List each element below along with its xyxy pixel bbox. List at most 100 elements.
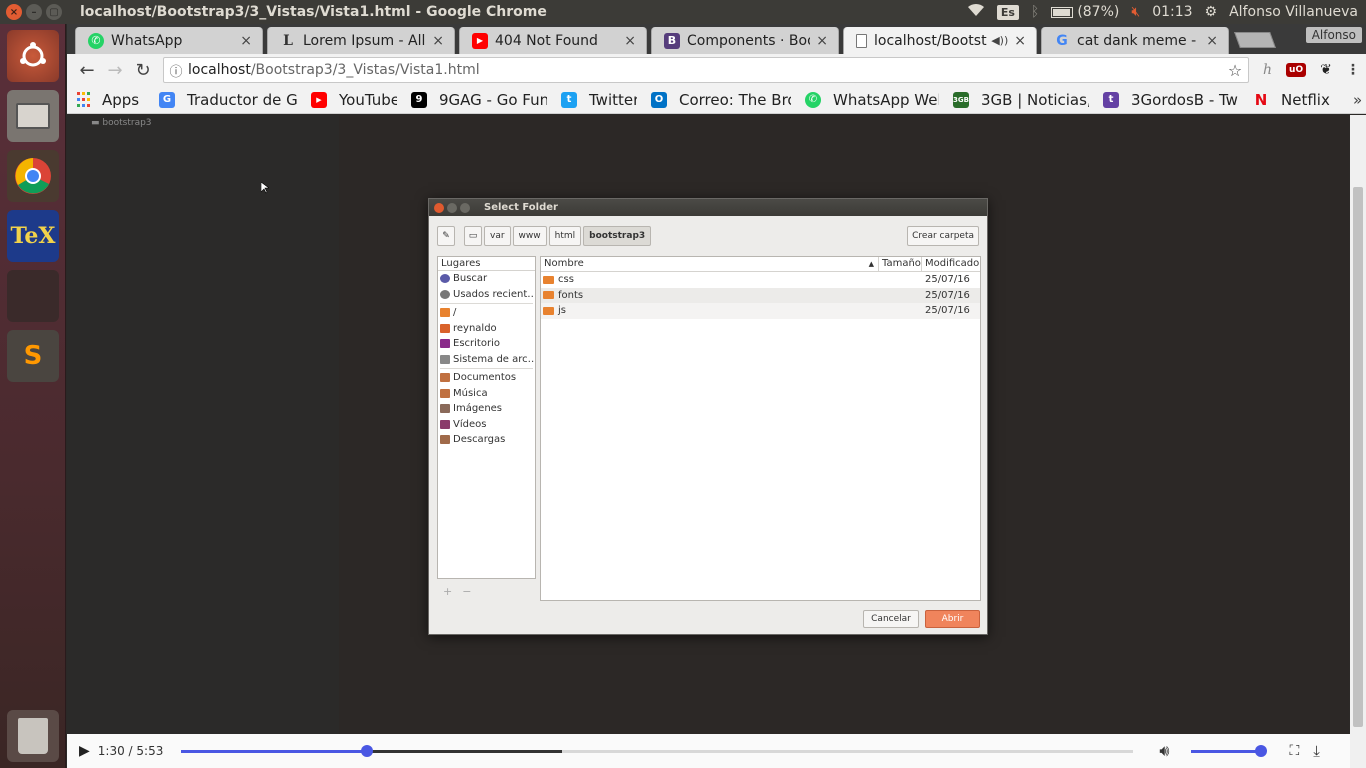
dialog-maximize-button[interactable] (460, 202, 470, 213)
edit-location-button[interactable]: ✎ (437, 226, 455, 246)
texmaker-icon[interactable]: TeX (7, 210, 59, 262)
keyboard-layout-indicator[interactable]: Es (996, 4, 1019, 20)
create-folder-button[interactable]: Crear carpeta (907, 226, 979, 246)
volume-knob[interactable] (1255, 744, 1268, 757)
place-music[interactable]: Música (438, 386, 535, 402)
volume-slider[interactable] (1191, 744, 1268, 757)
bookmark-star-icon[interactable]: ☆ (1222, 61, 1248, 80)
chrome-menu-icon[interactable]: ⋮ (1346, 62, 1360, 78)
clock[interactable]: 01:13 (1152, 4, 1192, 20)
path-root-button[interactable]: ▭ (464, 226, 482, 246)
file-row-js[interactable]: js 25/07/16 (541, 303, 980, 319)
place-root[interactable]: / (438, 305, 535, 321)
fullscreen-icon[interactable]: ⛶ (1289, 743, 1299, 759)
profile-button[interactable]: Alfonso (1305, 27, 1362, 43)
tab-whatsapp[interactable]: ✆ WhatsApp × (75, 27, 263, 54)
column-modified[interactable]: Modificado (922, 257, 980, 271)
place-search[interactable]: Buscar (438, 271, 535, 287)
minimize-window-button[interactable]: – (26, 4, 42, 20)
back-button[interactable]: ← (73, 56, 101, 84)
close-tab-icon[interactable]: × (624, 33, 636, 49)
info-icon[interactable]: ⓘ (164, 61, 188, 80)
ublock-icon[interactable]: uO (1286, 63, 1307, 77)
path-var-button[interactable]: var (484, 226, 511, 246)
place-videos[interactable]: Vídeos (438, 417, 535, 433)
sublime-text-icon[interactable]: S (7, 330, 59, 382)
app-grid-icon[interactable] (7, 270, 59, 322)
bookmark-youtube[interactable]: ▶ YouTube (311, 91, 397, 109)
volume-muted-icon[interactable]: 🔇︎ (1131, 4, 1140, 20)
place-recent[interactable]: Usados recient… (438, 287, 535, 303)
file-row-css[interactable]: css 25/07/16 (541, 272, 980, 288)
play-icon[interactable]: ▶ (79, 743, 90, 759)
scrollbar-thumb[interactable] (1353, 187, 1363, 727)
add-place-icon[interactable]: + (443, 585, 452, 598)
tab-label: WhatsApp (111, 32, 183, 49)
files-icon[interactable] (7, 90, 59, 142)
place-desktop[interactable]: Escritorio (438, 336, 535, 352)
page-scrollbar[interactable] (1350, 115, 1366, 768)
tab-lorem-ipsum[interactable]: L Lorem Ipsum - All th × (267, 27, 455, 54)
forward-button[interactable]: → (101, 56, 129, 84)
reload-button[interactable]: ↻ (129, 56, 157, 84)
new-tab-button[interactable] (1234, 32, 1276, 48)
dialog-minimize-button[interactable] (447, 202, 457, 213)
place-pictures[interactable]: Imágenes (438, 401, 535, 417)
column-name-label: Nombre (544, 258, 584, 269)
tab-bootstrap-components[interactable]: B Components · Boot × (651, 27, 839, 54)
place-documents[interactable]: Documentos (438, 370, 535, 386)
url-text[interactable]: localhost/Bootstrap3/3_Vistas/Vista1.htm… (188, 62, 1222, 78)
file-row-fonts[interactable]: fonts 25/07/16 (541, 287, 980, 303)
path-bootstrap3-button[interactable]: bootstrap3 (583, 226, 652, 246)
remove-place-icon[interactable]: − (462, 585, 471, 598)
close-tab-icon[interactable]: × (240, 33, 252, 49)
extension-h-icon[interactable]: ℎ (1263, 62, 1272, 78)
dialog-close-button[interactable] (434, 202, 444, 213)
tab-404[interactable]: ▶ 404 Not Found × (459, 27, 647, 54)
bookmark-twitter[interactable]: t Twitter (561, 91, 637, 109)
extension-swirl-icon[interactable]: ❦ (1320, 62, 1332, 78)
bookmark-translate[interactable]: G Traductor de Go (159, 91, 297, 109)
bookmark-netflix[interactable]: N Netflix (1253, 91, 1333, 109)
path-html-button[interactable]: html (548, 226, 582, 246)
bookmark-apps[interactable]: Apps (77, 91, 145, 109)
place-downloads[interactable]: Descargas (438, 432, 535, 448)
cancel-button[interactable]: Cancelar (863, 610, 919, 628)
bookmark-label: Correo: The Bro (679, 90, 791, 109)
sidebar-folder[interactable]: ▬ bootstrap3 (91, 118, 152, 128)
audio-playing-icon[interactable]: ◀)) (991, 34, 1008, 47)
maximize-window-button[interactable]: ▢ (46, 4, 62, 20)
bookmark-9gag[interactable]: 9 9GAG - Go Fun Y (411, 91, 547, 109)
ubuntu-dash-icon[interactable] (7, 30, 59, 82)
place-filesystem[interactable]: Sistema de arc… (438, 352, 535, 368)
volume-icon[interactable]: 🔊︎ (1159, 741, 1169, 761)
close-tab-icon[interactable]: × (432, 33, 444, 49)
bookmark-twitch[interactable]: t 3GordosB - Twit (1103, 91, 1239, 109)
place-home[interactable]: reynaldo (438, 321, 535, 337)
video-progress-knob[interactable] (360, 744, 373, 757)
bookmark-3gb[interactable]: 3GB 3GB | Noticias, r (953, 91, 1089, 109)
trash-icon[interactable] (7, 710, 59, 762)
column-name[interactable]: Nombre ▲ (541, 257, 879, 271)
user-name[interactable]: Alfonso Villanueva (1229, 4, 1358, 20)
settings-gear-icon[interactable]: ⚙ (1205, 4, 1218, 20)
bluetooth-icon[interactable]: ᛒ (1031, 4, 1039, 20)
column-size[interactable]: Tamaño (879, 257, 922, 271)
chrome-icon[interactable] (7, 150, 59, 202)
close-tab-icon[interactable]: × (1206, 33, 1218, 49)
download-icon[interactable]: ⤓ (1313, 742, 1320, 760)
open-button[interactable]: Abrir (925, 610, 980, 628)
video-progress-track[interactable] (181, 744, 1134, 757)
close-window-button[interactable]: × (6, 4, 22, 20)
bookmark-outlook[interactable]: O Correo: The Bro (651, 91, 791, 109)
path-www-button[interactable]: www (512, 226, 547, 246)
close-tab-icon[interactable]: × (816, 33, 828, 49)
battery-indicator[interactable]: (87%) (1051, 4, 1119, 20)
bookmark-whatsapp-web[interactable]: ✆ WhatsApp Web (805, 91, 939, 109)
more-bookmarks-icon[interactable]: » (1353, 91, 1362, 109)
address-bar[interactable]: ⓘ localhost/Bootstrap3/3_Vistas/Vista1.h… (163, 57, 1249, 83)
tab-cat-dank-meme[interactable]: G cat dank meme - Bu × (1041, 27, 1229, 54)
wifi-icon[interactable] (967, 3, 985, 21)
tab-localhost[interactable]: localhost/Bootst ◀)) × (843, 27, 1037, 54)
close-tab-icon[interactable]: × (1014, 33, 1026, 49)
